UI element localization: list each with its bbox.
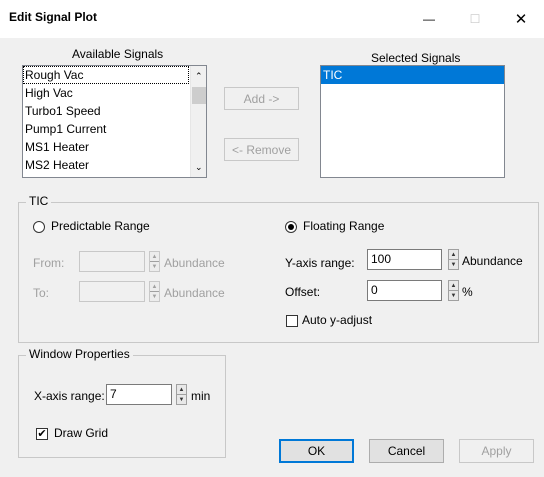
maximize-icon: ☐ — [469, 12, 481, 26]
close-button[interactable]: ✕ — [498, 0, 544, 38]
available-list-scrollbar[interactable]: ⌃ ⌄ — [190, 66, 206, 177]
from-field[interactable] — [79, 251, 145, 272]
from-label: From: — [33, 256, 65, 270]
predictable-range-radio[interactable] — [33, 221, 45, 233]
add-button[interactable]: Add -> — [224, 87, 299, 110]
list-item[interactable]: MS1 Heater — [23, 138, 189, 156]
spin-down-icon[interactable]: ▼ — [449, 290, 458, 300]
ok-button[interactable]: OK — [279, 439, 354, 463]
auto-y-adjust-checkbox[interactable] — [286, 315, 298, 327]
scroll-down-icon[interactable]: ⌄ — [195, 162, 203, 173]
xaxis-unit: min — [191, 389, 211, 403]
to-unit: Abundance — [164, 286, 225, 300]
to-spinner[interactable]: ▲ ▼ — [149, 281, 160, 302]
spin-up-icon[interactable]: ▲ — [150, 282, 159, 291]
list-item[interactable]: MS2 Heater — [23, 156, 189, 174]
selected-signals-list[interactable]: TIC — [320, 65, 505, 178]
spin-up-icon[interactable]: ▲ — [177, 385, 186, 394]
spin-up-icon[interactable]: ▲ — [449, 281, 458, 290]
to-label: To: — [33, 286, 50, 300]
spin-down-icon[interactable]: ▼ — [150, 291, 159, 301]
spin-up-icon[interactable]: ▲ — [150, 252, 159, 261]
minimize-icon: — — [423, 12, 435, 26]
xaxis-range-label: X-axis range: — [34, 389, 105, 403]
scrollbar-thumb[interactable] — [192, 87, 206, 104]
xaxis-range-field[interactable]: 7 — [106, 384, 172, 405]
yaxis-unit: Abundance — [462, 254, 523, 268]
maximize-button[interactable]: ☐ — [452, 0, 498, 38]
scroll-up-icon[interactable]: ⌃ — [195, 71, 203, 82]
spin-down-icon[interactable]: ▼ — [150, 261, 159, 271]
cancel-button[interactable]: Cancel — [369, 439, 444, 463]
auto-y-adjust-label[interactable]: Auto y-adjust — [302, 313, 372, 327]
yaxis-range-spinner[interactable]: ▲ ▼ — [448, 249, 459, 270]
yaxis-range-label: Y-axis range: — [285, 256, 355, 270]
from-spinner[interactable]: ▲ ▼ — [149, 251, 160, 272]
window-properties-legend: Window Properties — [26, 347, 133, 361]
list-item[interactable]: Gas Temperature — [23, 174, 189, 177]
yaxis-range-field[interactable]: 100 — [367, 249, 442, 270]
apply-button[interactable]: Apply — [459, 439, 534, 463]
available-signals-header: Available Signals — [72, 47, 164, 61]
offset-unit: % — [462, 285, 473, 299]
close-icon: ✕ — [514, 11, 528, 28]
from-unit: Abundance — [164, 256, 225, 270]
spin-up-icon[interactable]: ▲ — [449, 250, 458, 259]
spin-down-icon[interactable]: ▼ — [177, 394, 186, 404]
window-title: Edit Signal Plot — [9, 10, 98, 24]
list-item[interactable]: High Vac — [23, 84, 189, 102]
spin-down-icon[interactable]: ▼ — [449, 259, 458, 269]
minimize-button[interactable]: — — [406, 0, 452, 38]
predictable-range-label[interactable]: Predictable Range — [51, 219, 150, 233]
list-item[interactable]: Turbo1 Speed — [23, 102, 189, 120]
available-signals-list[interactable]: Rough Vac High Vac Turbo1 Speed Pump1 Curre… — [22, 65, 207, 178]
floating-range-radio[interactable] — [285, 221, 297, 233]
window-properties-group — [18, 355, 226, 458]
xaxis-range-spinner[interactable]: ▲ ▼ — [176, 384, 187, 405]
list-item[interactable]: Rough Vac — [23, 66, 189, 84]
selected-signals-header: Selected Signals — [371, 51, 461, 65]
draw-grid-checkbox[interactable]: ✔ — [36, 428, 48, 440]
offset-label: Offset: — [285, 285, 321, 299]
list-item[interactable]: Pump1 Current — [23, 120, 189, 138]
floating-range-label[interactable]: Floating Range — [303, 219, 384, 233]
offset-field[interactable]: 0 — [367, 280, 442, 301]
draw-grid-label[interactable]: Draw Grid — [54, 426, 108, 440]
to-field[interactable] — [79, 281, 145, 302]
remove-button[interactable]: <- Remove — [224, 138, 299, 161]
offset-spinner[interactable]: ▲ ▼ — [448, 280, 459, 301]
tic-group-legend: TIC — [26, 194, 52, 208]
list-item[interactable]: TIC — [321, 66, 504, 84]
